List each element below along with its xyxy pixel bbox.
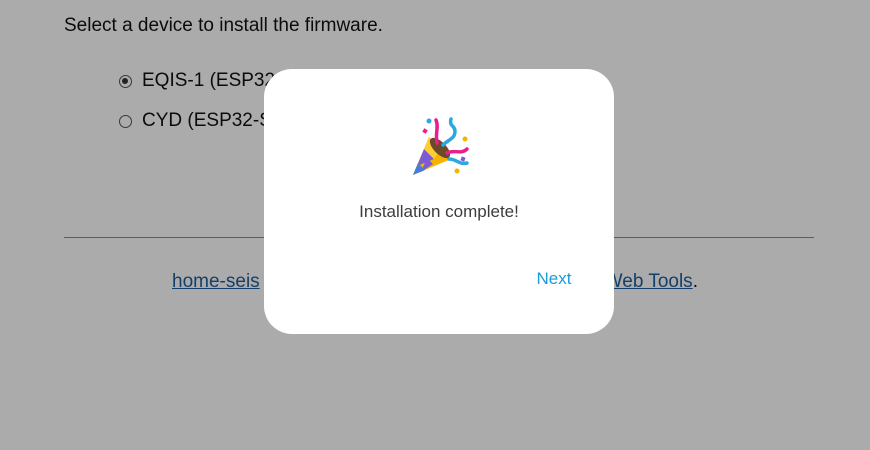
party-popper-icon <box>413 117 469 175</box>
next-button[interactable]: Next <box>519 267 589 291</box>
dialog-message: Installation complete! <box>359 202 519 221</box>
installation-complete-dialog: Installation complete! Next <box>264 69 614 334</box>
